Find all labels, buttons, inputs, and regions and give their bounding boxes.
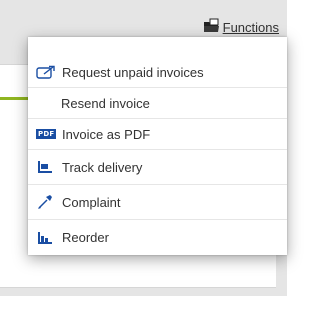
reorder-icon xyxy=(36,230,56,246)
pdf-icon: PDF xyxy=(36,126,57,142)
pdf-badge: PDF xyxy=(36,129,57,139)
complaint-icon xyxy=(36,194,56,210)
functions-button[interactable]: Functions xyxy=(203,18,279,37)
menu-item-resend-invoice[interactable]: Resend invoice xyxy=(28,88,287,119)
menu-item-track-delivery[interactable]: Track delivery xyxy=(28,150,287,185)
request-icon xyxy=(36,64,56,80)
accent-bar xyxy=(0,97,28,100)
menu-item-label: Complaint xyxy=(62,194,121,210)
menu-item-label: Track delivery xyxy=(62,159,143,175)
functions-menu: Request unpaid invoices Resend invoice P… xyxy=(28,37,287,255)
menu-item-label: Reorder xyxy=(62,230,109,245)
menu-item-complaint[interactable]: Complaint xyxy=(28,185,287,220)
track-delivery-icon xyxy=(36,159,56,175)
menu-item-label: Invoice as PDF xyxy=(62,126,151,142)
menu-item-reorder[interactable]: Reorder xyxy=(28,220,287,255)
menu-item-label: Resend invoice xyxy=(61,95,150,111)
menu-item-request-unpaid-invoices[interactable]: Request unpaid invoices xyxy=(28,57,287,88)
functions-label[interactable]: Functions xyxy=(223,20,279,35)
menu-item-label: Request unpaid invoices xyxy=(62,64,204,80)
menu-item-invoice-as-pdf[interactable]: PDF Invoice as PDF xyxy=(28,119,287,150)
folder-icon xyxy=(203,18,221,37)
